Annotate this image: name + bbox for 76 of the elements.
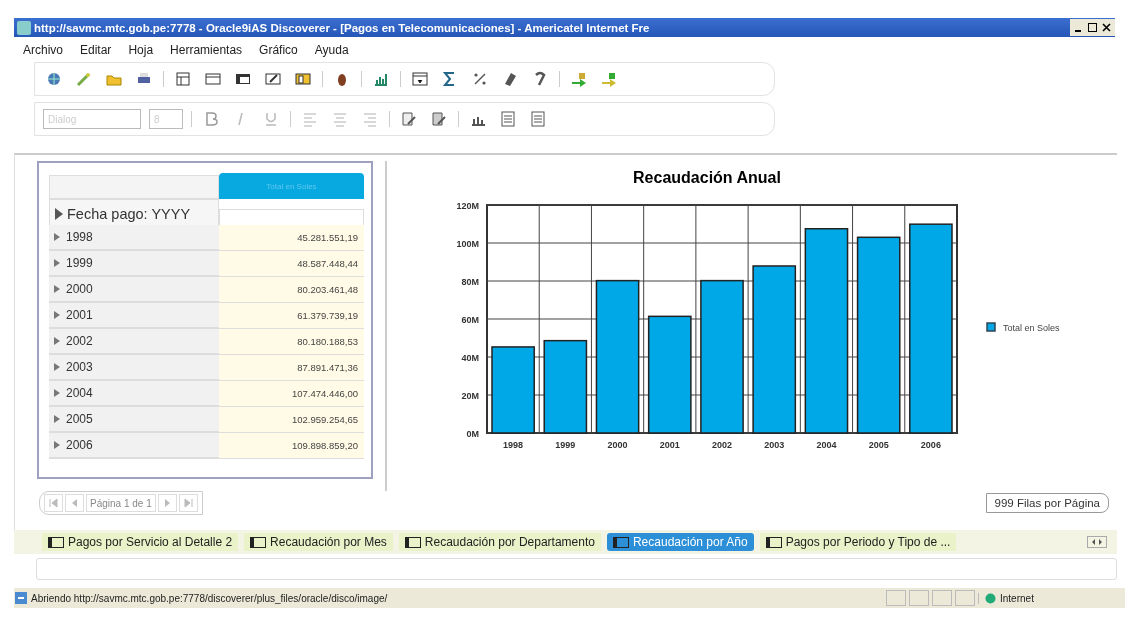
x-tick-label: 2004	[816, 440, 837, 450]
close-button[interactable]	[1100, 21, 1113, 34]
table-cell: 48.587.448,44	[219, 251, 364, 277]
tab-scroll-button[interactable]	[1087, 536, 1107, 548]
row-label[interactable]: 1998	[49, 225, 219, 251]
menu-item[interactable]: Ayuda	[312, 43, 351, 57]
triangle-icon[interactable]	[54, 441, 60, 449]
status-message: Abriendo http://savmc.mtc.gob.pe:7778/discoverer/plus_files/oracle/disco/image/	[31, 592, 389, 604]
menu-item[interactable]: Hoja	[126, 43, 156, 57]
menu-item[interactable]: Herramientas	[168, 43, 245, 57]
window-title: http://savmc.mtc.gob.pe:7778 - Oracle9iAS Discoverer - [Pagos en Telecomunicaciones] - Americatel Internet Fre	[34, 21, 651, 34]
browser-icon	[17, 20, 31, 35]
triangle-icon[interactable]	[54, 259, 60, 267]
menu-item[interactable]: Archivo	[21, 43, 65, 57]
sheet-icon	[612, 536, 629, 548]
legend-label: Total en Soles	[1003, 323, 1060, 333]
x-tick-label: 1998	[503, 440, 524, 450]
row-label[interactable]: 2005	[49, 407, 219, 433]
status-pane	[886, 590, 906, 606]
x-tick-label: 2006	[920, 440, 941, 450]
sheet-icon	[404, 536, 421, 548]
table-cell: 80.180.188,53	[219, 329, 364, 355]
page-indicator: Página 1 de 1	[86, 494, 156, 512]
row-label[interactable]: 2003	[49, 355, 219, 381]
triangle-icon[interactable]	[54, 311, 60, 319]
sheet-tab[interactable]: Pagos por Servicio al Detalle 2	[42, 533, 239, 551]
triangle-icon[interactable]	[55, 208, 63, 220]
status-pane	[955, 590, 975, 606]
x-tick-label: 2003	[764, 440, 785, 450]
y-tick-label: 80M	[461, 277, 479, 287]
x-tick-label: 1999	[555, 440, 576, 450]
x-tick-label: 2005	[868, 440, 889, 450]
triangle-icon[interactable]	[54, 285, 60, 293]
table-cell: 109.898.859,20	[219, 433, 364, 459]
y-tick-label: 40M	[461, 353, 479, 363]
row-label[interactable]: 2004	[49, 381, 219, 407]
sheet-icon	[48, 536, 64, 548]
table-cell: 45.281.551,19	[219, 225, 364, 251]
row-label[interactable]: 2001	[49, 303, 219, 329]
x-tick-label: 2000	[607, 440, 628, 450]
status-pane	[909, 590, 929, 606]
table-cell: 102.959.254,65	[219, 407, 364, 433]
maximize-button[interactable]	[1086, 21, 1099, 34]
sheet-tab[interactable]: Recaudación por Departamento	[398, 533, 601, 551]
sheet-tab[interactable]: Pagos por Periodo y Tipo de ...	[759, 533, 957, 551]
table-cell: 61.379.739,19	[219, 303, 364, 329]
y-tick-label: 0M	[466, 429, 479, 439]
row-label[interactable]: 1999	[49, 251, 219, 277]
table-cell: 87.891.471,36	[219, 355, 364, 381]
rows-per-page-button[interactable]: 999 Filas por Página	[985, 493, 1109, 513]
y-tick-label: 120M	[456, 201, 479, 211]
y-tick-label: 60M	[461, 315, 479, 325]
menu-item[interactable]: Gráfico	[257, 43, 300, 57]
x-tick-label: 2001	[659, 440, 680, 450]
x-tick-label: 2002	[712, 440, 732, 450]
sheet-tab[interactable]: Recaudación por Mes	[244, 533, 393, 551]
menu-item[interactable]: Editar	[78, 43, 114, 57]
triangle-icon[interactable]	[54, 389, 60, 397]
sheet-icon	[765, 536, 782, 548]
table-cell: 80.203.461,48	[219, 277, 364, 303]
page-icon	[14, 591, 28, 605]
status-pane	[932, 590, 952, 606]
chart-title: Recaudación Anual	[633, 169, 781, 186]
zone-indicator: Internet	[978, 592, 1095, 604]
triangle-icon[interactable]	[54, 363, 60, 371]
row-label[interactable]: 2006	[49, 433, 219, 459]
triangle-icon[interactable]	[54, 233, 60, 241]
y-tick-label: 100M	[456, 239, 479, 249]
y-tick-label: 20M	[461, 391, 479, 401]
row-label[interactable]: 2000	[49, 277, 219, 303]
triangle-icon[interactable]	[54, 337, 60, 345]
triangle-icon[interactable]	[54, 415, 60, 423]
sheet-icon	[250, 536, 267, 548]
table-cell: 107.474.446,00	[219, 381, 364, 407]
arrows-icon	[1091, 538, 1103, 546]
row-label[interactable]: 2002	[49, 329, 219, 355]
